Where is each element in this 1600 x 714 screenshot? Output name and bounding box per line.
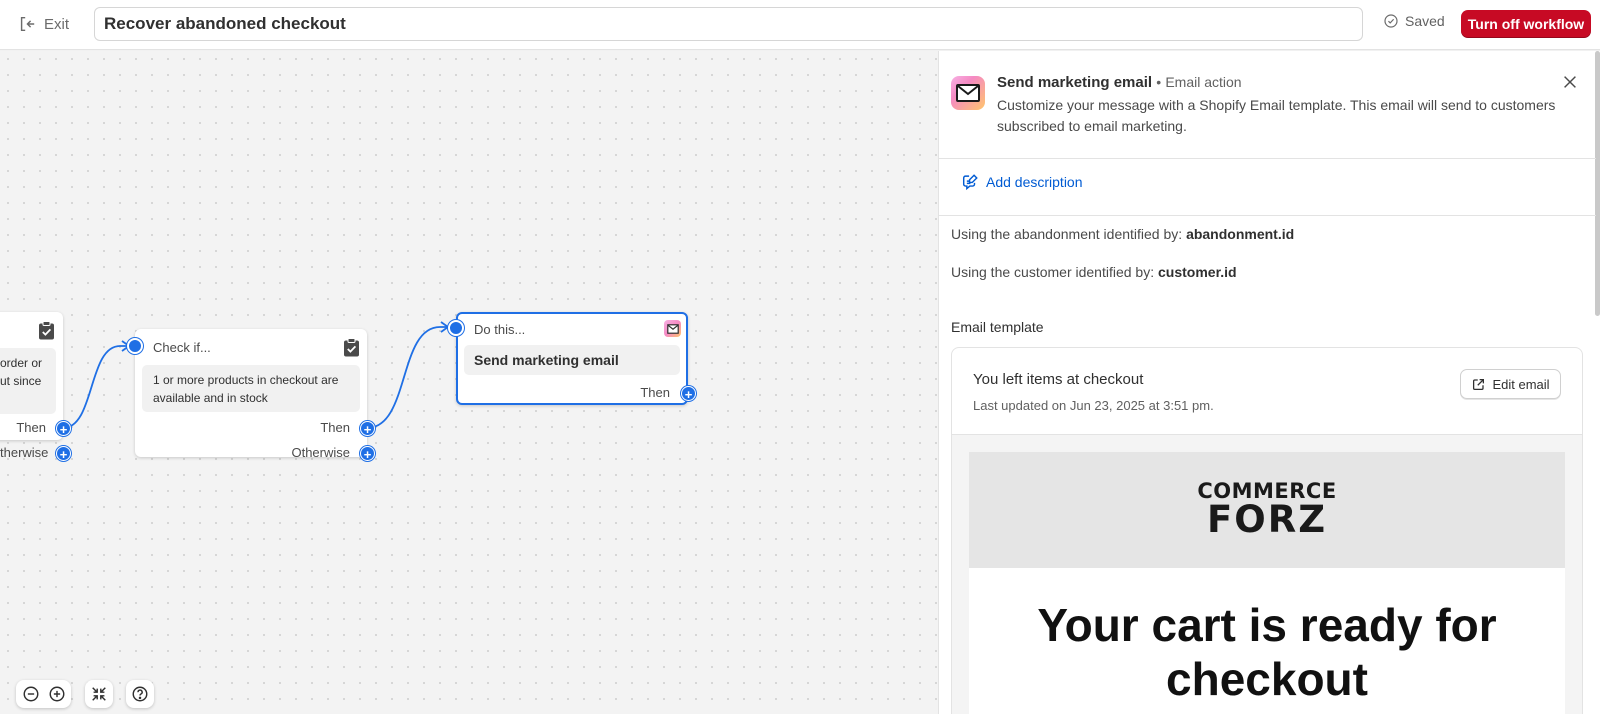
customer-id-row: Using the customer identified by: custom… [951,264,1237,280]
zoom-out-button[interactable] [19,682,43,706]
edit-email-button[interactable]: Edit email [1460,369,1561,399]
add-description-label: Add description [986,174,1083,190]
abandonment-id-row: Using the abandonment identified by: aba… [951,226,1294,242]
exit-label: Exit [44,15,70,33]
panel-subtitle: Email action [1165,74,1242,90]
collapse-arrows-icon [92,687,106,701]
zoom-in-button[interactable] [45,682,69,706]
email-action-icon [951,76,985,110]
help-circle-icon [132,686,148,702]
exit-button[interactable]: Exit [18,12,69,36]
close-icon[interactable] [1561,73,1579,91]
trigger-node-body: order or ut since [0,348,56,414]
trigger-then-label: Then [16,420,46,435]
clipboard-check-icon [39,321,54,340]
check-circle-icon [1384,14,1398,28]
trigger-otherwise-add-button[interactable]: + [56,446,71,462]
chat-edit-icon [962,174,978,191]
email-template-card: You left items at checkout Last updated … [951,347,1583,714]
condition-then-label: Then [320,420,350,435]
envelope-icon [664,320,681,337]
clipboard-check-icon [344,338,359,357]
action-node-body: Send marketing email [464,345,680,375]
trigger-otherwise-label: therwise [0,445,49,460]
top-bar: Exit Saved Turn off workflow [0,0,1600,50]
condition-then-add-button[interactable]: + [360,421,375,437]
email-last-updated: Last updated on Jun 23, 2025 at 3:51 pm. [973,398,1214,413]
fit-view-button[interactable] [85,680,113,708]
email-template-label: Email template [951,319,1044,335]
condition-node-body: 1 or more products in checkout are avail… [142,365,360,412]
email-preview-body: Your cart is ready for checkout [969,568,1565,714]
workflow-canvas[interactable]: order or ut since Then + therwise + Chec… [0,51,938,714]
action-then-add-button[interactable]: + [681,386,696,402]
external-link-icon [1473,378,1485,390]
action-input-port[interactable] [448,320,464,336]
edit-email-label: Edit email [1492,376,1550,392]
email-subject: You left items at checkout [973,371,1144,388]
workflow-title-input[interactable] [94,7,1363,41]
help-button[interactable] [126,680,154,708]
brand-logo: COMMERCE FORZ [969,480,1565,538]
condition-otherwise-add-button[interactable]: + [360,446,375,462]
zoom-controls [16,680,71,708]
add-description-button[interactable]: Add description [961,173,1083,191]
condition-node-head: Check if... [153,340,211,355]
panel-divider [939,215,1596,216]
abandonment-value: abandonment.id [1186,226,1295,242]
trigger-node-text-2: ut since [0,374,42,388]
panel-title-text: Send marketing email [997,74,1153,91]
panel-title-separator: • [1156,74,1162,90]
logo-line-2: FORZ [1206,498,1328,541]
action-then-label: Then [640,385,670,400]
email-card-header: You left items at checkout Last updated … [952,348,1582,435]
saved-status: Saved [1383,13,1445,29]
action-node-head: Do this... [474,322,526,337]
customer-prefix: Using the customer identified by: [951,264,1155,280]
zoom-out-icon [23,686,39,702]
abandonment-prefix: Using the abandonment identified by: [951,226,1183,242]
action-details-panel: Send marketing email • Email action Cust… [938,51,1600,714]
turn-off-workflow-button[interactable]: Turn off workflow [1461,10,1591,38]
email-hero-heading: Your cart is ready for checkout [1037,599,1497,705]
condition-otherwise-label: Otherwise [291,445,350,460]
saved-label: Saved [1405,13,1445,29]
email-preview: COMMERCE FORZ Your cart is ready for che… [952,435,1582,714]
panel-scrollbar[interactable] [1595,51,1600,316]
customer-value: customer.id [1158,264,1237,280]
condition-input-port[interactable] [127,338,143,354]
exit-icon [20,16,35,32]
trigger-then-add-button[interactable]: + [56,421,71,437]
panel-divider [939,158,1596,159]
trigger-node-text-1: order or [0,356,43,370]
zoom-in-icon [49,686,65,702]
email-preview-header: COMMERCE FORZ [969,452,1565,568]
panel-title: Send marketing email • Email action [997,74,1242,91]
condition-node[interactable]: Check if... 1 or more products in checko… [135,329,367,457]
panel-description: Customize your message with a Shopify Em… [997,97,1556,134]
